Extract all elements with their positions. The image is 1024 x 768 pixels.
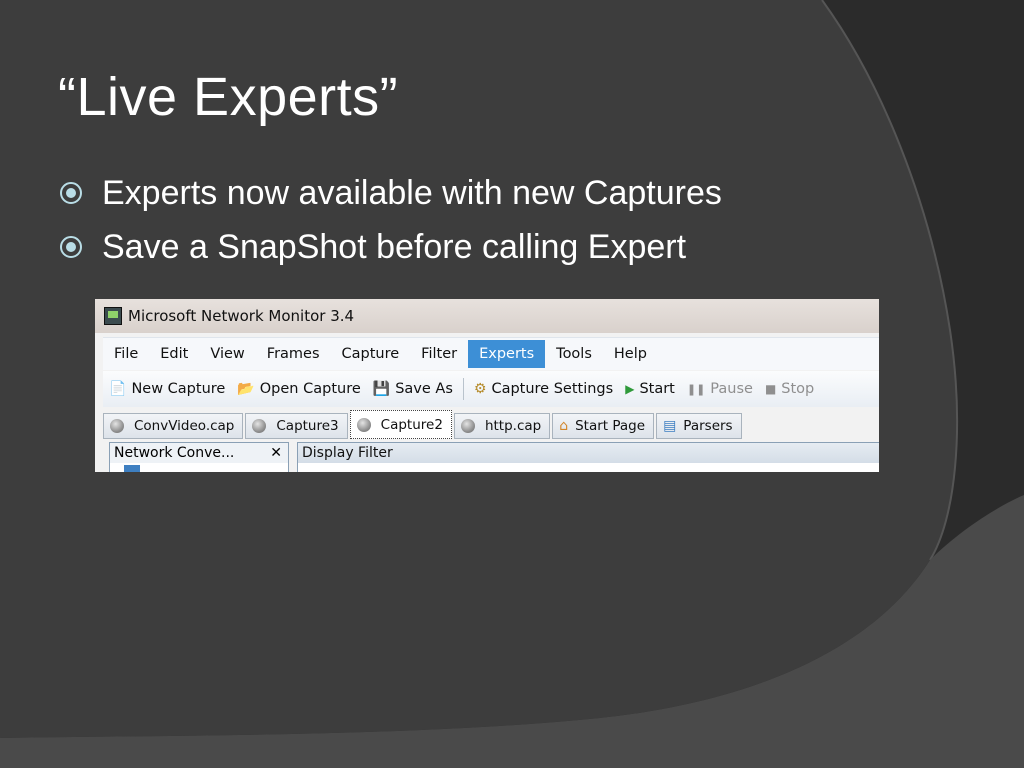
pause-icon: ❚❚	[686, 382, 706, 396]
open-folder-icon: 📂	[237, 381, 255, 397]
tab-parsers[interactable]: ▤ Parsers	[656, 413, 742, 439]
slide-title: “Live Experts”	[58, 67, 399, 127]
menu-capture[interactable]: Capture	[331, 340, 411, 368]
new-capture-button[interactable]: 📄 New Capture	[103, 381, 231, 397]
menu-edit[interactable]: Edit	[149, 340, 199, 368]
bullet-text: Save a SnapShot before calling Expert	[102, 227, 687, 266]
parsers-icon: ▤	[663, 418, 677, 434]
document-tabs: ConvVideo.cap Capture3 Capture2 http.cap…	[103, 409, 879, 439]
bullet-item: Save a SnapShot before calling Expert	[58, 220, 722, 274]
menu-frames[interactable]: Frames	[256, 340, 331, 368]
save-as-label: Save As	[395, 381, 453, 397]
panel-header: Display Filter	[298, 443, 879, 463]
network-monitor-app-icon	[104, 307, 122, 325]
bullet-text: Experts now available with new Captures	[102, 173, 722, 212]
bullet-circle-icon	[60, 182, 82, 204]
tab-label: Start Page	[575, 418, 646, 434]
capture-disc-icon	[252, 419, 267, 433]
tab-label: Capture2	[380, 416, 443, 433]
tab-capture2[interactable]: Capture2	[349, 410, 452, 439]
tab-http-cap[interactable]: http.cap	[453, 413, 551, 439]
capture-disc-icon	[356, 417, 371, 432]
capture-settings-label: Capture Settings	[491, 381, 614, 397]
menu-tools[interactable]: Tools	[545, 340, 603, 368]
panel-title: Network Conve...	[114, 445, 235, 461]
tab-start-page[interactable]: ⌂ Start Page	[552, 413, 655, 439]
save-as-button[interactable]: 💾 Save As	[367, 381, 459, 397]
tab-convvideo[interactable]: ConvVideo.cap	[103, 413, 244, 439]
network-conversations-panel: Network Conve... ✕	[109, 442, 289, 472]
pause-button[interactable]: ❚❚ Pause	[681, 381, 759, 397]
network-monitor-screenshot: Microsoft Network Monitor 3.4 File Edit …	[95, 299, 879, 472]
start-button[interactable]: ▶ Start	[619, 381, 681, 397]
bullet-list: Experts now available with new Captures …	[58, 166, 722, 274]
tab-label: Capture3	[276, 418, 339, 434]
tab-label: ConvVideo.cap	[134, 418, 235, 434]
stop-icon: ■	[764, 382, 777, 396]
menu-bar: File Edit View Frames Capture Filter Exp…	[103, 337, 879, 370]
start-label: Start	[639, 381, 675, 397]
open-capture-label: Open Capture	[259, 381, 361, 397]
pause-label: Pause	[710, 381, 753, 397]
play-icon: ▶	[625, 382, 635, 396]
menu-help[interactable]: Help	[603, 340, 658, 368]
capture-disc-icon	[110, 419, 124, 433]
menu-experts[interactable]: Experts	[468, 340, 546, 368]
window-title: Microsoft Network Monitor 3.4	[128, 307, 355, 325]
window-titlebar: Microsoft Network Monitor 3.4	[95, 299, 879, 333]
close-icon[interactable]: ✕	[270, 445, 282, 461]
main-toolbar: 📄 New Capture 📂 Open Capture 💾 Save As ⚙…	[103, 371, 879, 407]
home-icon: ⌂	[559, 418, 569, 434]
capture-disc-icon	[460, 419, 475, 433]
panel-header: Network Conve... ✕	[110, 443, 288, 463]
settings-wrench-icon: ⚙	[473, 381, 487, 397]
menu-view[interactable]: View	[199, 340, 255, 368]
open-capture-button[interactable]: 📂 Open Capture	[231, 381, 366, 397]
tab-label: http.cap	[484, 418, 542, 434]
menu-file[interactable]: File	[103, 340, 149, 368]
capture-settings-button[interactable]: ⚙ Capture Settings	[468, 381, 619, 397]
stop-label: Stop	[781, 381, 815, 397]
save-disk-icon: 💾	[372, 381, 391, 397]
display-filter-panel: Display Filter	[297, 442, 879, 472]
panel-title: Display Filter	[302, 445, 393, 461]
bullet-item: Experts now available with new Captures	[58, 166, 722, 220]
toolbar-separator	[462, 378, 464, 400]
tree-node-icon	[124, 465, 140, 472]
menu-filter[interactable]: Filter	[410, 340, 468, 368]
bullet-circle-icon	[60, 236, 82, 258]
tab-label: Parsers	[683, 418, 733, 434]
new-capture-label: New Capture	[131, 381, 226, 397]
stop-button[interactable]: ■ Stop	[759, 381, 820, 397]
new-document-icon: 📄	[109, 381, 127, 397]
tab-capture3[interactable]: Capture3	[245, 413, 348, 439]
